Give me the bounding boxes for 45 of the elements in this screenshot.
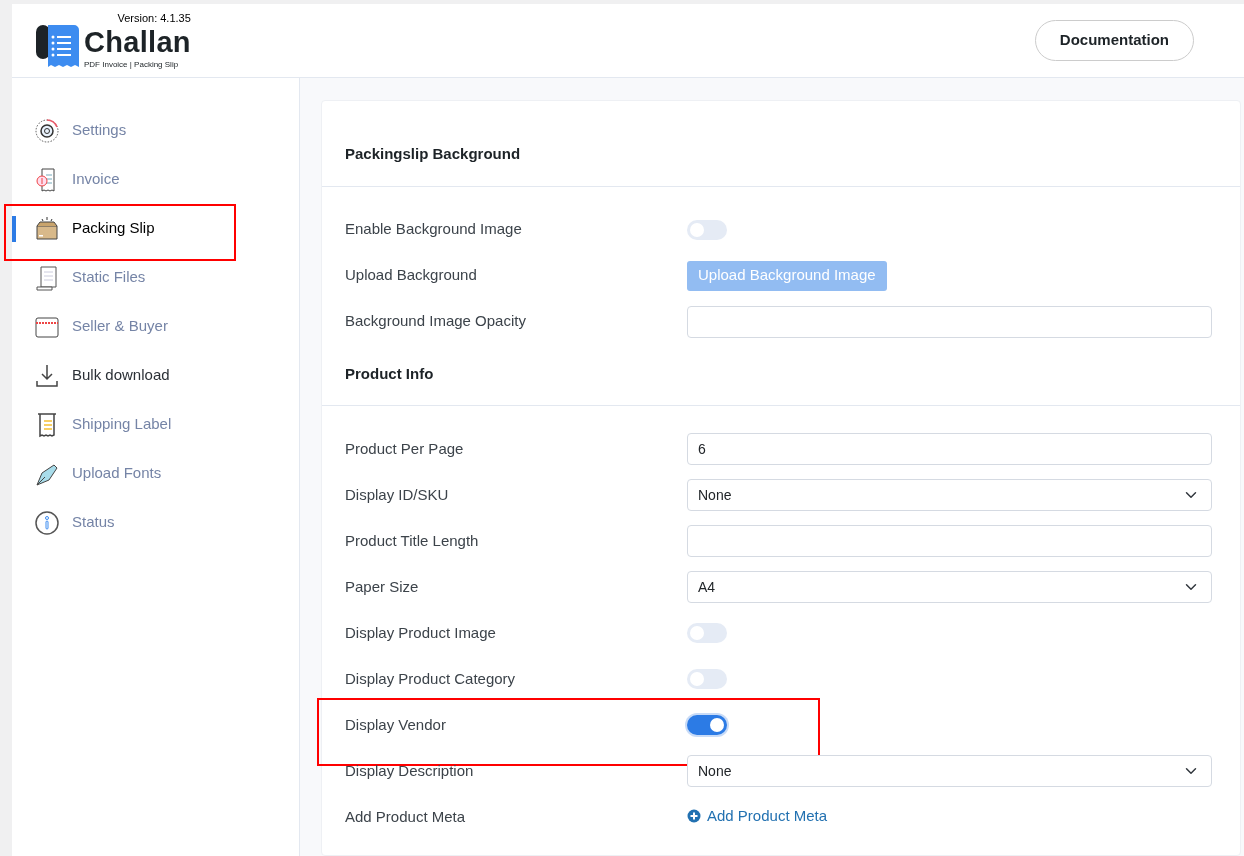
toggle-switch[interactable]: [687, 623, 727, 643]
download-icon: [34, 362, 60, 389]
field-label: Enable Background Image: [345, 220, 522, 238]
select-field[interactable]: None: [687, 479, 1212, 511]
field-label: Product Per Page: [345, 439, 464, 457]
field-label: Product Title Length: [345, 531, 479, 549]
logo-tagline: PDF Invoice | Packing Slip: [84, 60, 180, 69]
select-field[interactable]: A4: [687, 571, 1212, 603]
sidebar-item[interactable]: Settings: [72, 119, 127, 142]
sidebar-item[interactable]: Static Files: [72, 266, 146, 289]
sidebar-item[interactable]: Status: [72, 511, 115, 534]
box-icon: [34, 215, 60, 242]
sidebar-item[interactable]: Packing Slip: [72, 217, 155, 240]
field-label: Display Description: [345, 761, 474, 779]
field-label: Display Product Image: [345, 623, 496, 641]
documentation-button[interactable]: Documentation: [1034, 20, 1194, 61]
logo-icon: [36, 22, 80, 69]
toggle-switch[interactable]: [687, 669, 727, 689]
field-label: Display ID/SKU: [345, 485, 449, 503]
toggle-switch[interactable]: [687, 715, 727, 735]
gear-icon: [34, 117, 60, 144]
scroll-icon: [34, 264, 60, 291]
sidebar-item[interactable]: Shipping Label: [72, 413, 172, 436]
field-label: Upload Background: [345, 266, 477, 284]
version-label: Version: 4.1.35: [117, 12, 191, 24]
sidebar-item[interactable]: Seller & Buyer: [72, 315, 168, 338]
plus-circle-icon: [687, 808, 701, 823]
field-label: Background Image Opacity: [345, 312, 526, 330]
input-field[interactable]: 6: [687, 433, 1212, 465]
logo-name: Challan: [84, 27, 191, 57]
section-title: Packingslip Background: [345, 145, 521, 162]
toggle-switch[interactable]: [687, 219, 727, 240]
field-label: Paper Size: [345, 577, 419, 595]
sidebar-item[interactable]: Upload Fonts: [72, 462, 162, 485]
field-label: Display Vendor: [345, 715, 446, 733]
section-title: Product Info: [345, 364, 434, 382]
add-meta-link[interactable]: Add Product Meta: [687, 804, 828, 828]
field-label: Add Product Meta: [345, 807, 466, 825]
sidebar-item[interactable]: Bulk download: [72, 364, 170, 387]
select-field[interactable]: None: [687, 755, 1212, 787]
input-field[interactable]: [687, 305, 1212, 338]
field-label: Display Product Category: [345, 669, 516, 687]
sidebar-item[interactable]: Invoice: [72, 168, 120, 191]
info-icon: [34, 509, 60, 536]
input-field[interactable]: [687, 525, 1212, 557]
